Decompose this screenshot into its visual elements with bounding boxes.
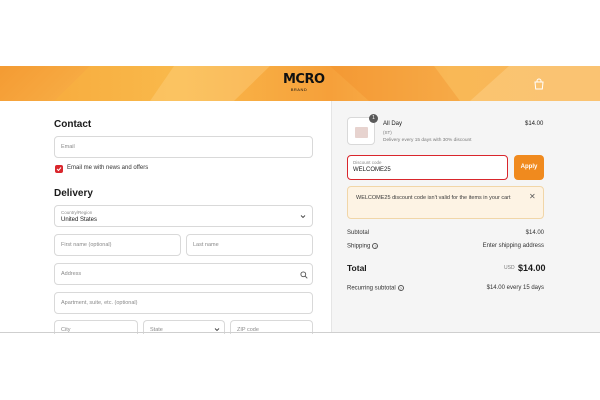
search-icon xyxy=(300,271,308,279)
shipping-row: Shipping? xyxy=(347,243,379,250)
checkout-page: MCRO BRAND Contact Email Email me with n… xyxy=(0,0,600,400)
first-name-field[interactable]: First name (optional) xyxy=(54,234,181,256)
checkmark-icon xyxy=(56,167,62,172)
country-value: United States xyxy=(61,217,98,223)
product-variant: (ST) xyxy=(383,130,392,135)
discount-code-value: WELCOME25 xyxy=(353,167,391,173)
product-image xyxy=(355,127,368,138)
logo-text: MCRO xyxy=(283,72,325,87)
chevron-down-icon xyxy=(300,215,306,219)
total-label: Total xyxy=(347,263,367,273)
discount-error-alert: WELCOME25 discount code isn't valid for … xyxy=(347,186,544,219)
country-select[interactable]: Country/Region United States xyxy=(54,205,313,227)
recurring-label: Recurring subtotal xyxy=(347,285,396,292)
first-name-placeholder: First name (optional) xyxy=(61,242,112,248)
window-bottom-edge xyxy=(0,332,600,333)
total-currency: USD xyxy=(504,265,515,271)
apartment-field[interactable]: Apartment, suite, etc. (optional) xyxy=(54,292,313,314)
shopping-bag-icon[interactable] xyxy=(533,77,545,90)
last-name-field[interactable]: Last name xyxy=(186,234,313,256)
contact-title: Contact xyxy=(54,119,92,130)
brand-logo[interactable]: MCRO BRAND xyxy=(283,72,325,95)
discount-code-label: Discount code xyxy=(353,160,382,165)
apartment-placeholder: Apartment, suite, etc. (optional) xyxy=(61,300,138,306)
subscription-plan: Delivery every 15 days with 30% discount xyxy=(383,138,472,143)
total-value: $14.00 xyxy=(518,263,546,273)
email-field[interactable]: Email xyxy=(54,136,313,158)
recurring-row: Recurring subtotal? xyxy=(347,285,404,292)
logo-subtext: BRAND xyxy=(290,87,308,92)
product-name: All Day xyxy=(383,121,403,127)
info-icon[interactable]: ? xyxy=(372,243,379,249)
country-label: Country/Region xyxy=(61,210,93,215)
info-icon[interactable]: ? xyxy=(397,285,404,291)
newsletter-checkbox[interactable] xyxy=(55,165,63,173)
recurring-value: $14.00 every 15 days xyxy=(486,285,544,291)
quantity-badge: 1 xyxy=(369,114,378,123)
subtotal-label: Subtotal xyxy=(347,230,370,236)
apply-button[interactable]: Apply xyxy=(514,155,544,180)
product-price: $14.00 xyxy=(525,121,544,127)
close-icon[interactable]: ✕ xyxy=(529,192,536,201)
newsletter-label[interactable]: Email me with news and offers xyxy=(67,165,148,171)
address-placeholder: Address xyxy=(61,271,82,277)
email-placeholder: Email xyxy=(61,144,75,150)
subtotal-value: $14.00 xyxy=(525,230,544,236)
alert-message: WELCOME25 discount code isn't valid for … xyxy=(356,195,511,201)
address-field[interactable]: Address xyxy=(54,263,313,285)
delivery-title: Delivery xyxy=(54,188,93,199)
last-name-placeholder: Last name xyxy=(193,242,219,248)
shipping-label: Shipping xyxy=(347,243,371,250)
shipping-value: Enter shipping address xyxy=(482,243,544,249)
discount-code-input[interactable]: Discount code WELCOME25 xyxy=(347,155,508,180)
